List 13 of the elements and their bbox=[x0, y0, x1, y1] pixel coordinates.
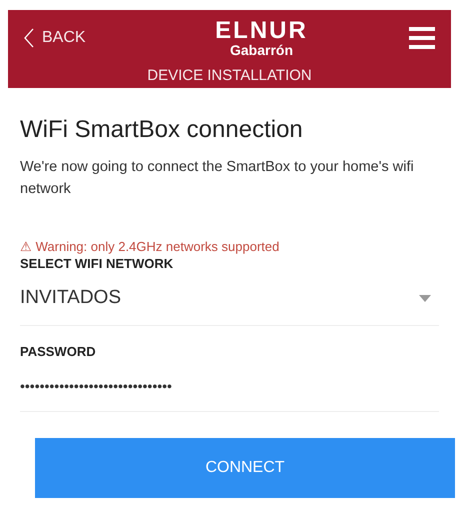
warning-text: ⚠ Warning: only 2.4GHz networks supported bbox=[20, 238, 280, 255]
description: We're now going to connect the SmartBox to your home's wifi network bbox=[20, 158, 415, 199]
back-chevron-icon bbox=[24, 28, 34, 48]
menu-icon[interactable] bbox=[409, 26, 435, 48]
field-label: SELECT WIFI NETWORK bbox=[20, 255, 174, 272]
network-dropdown[interactable]: INVITADOS bbox=[20, 272, 439, 326]
password-field[interactable]: ••••••••••••••••••••••••••••••• bbox=[20, 362, 439, 412]
logo: ELNUR Gabarrón bbox=[214, 18, 309, 56]
page-title: WiFi SmartBox connection bbox=[20, 115, 304, 145]
field-label: PASSWORD bbox=[20, 343, 97, 361]
dropdown-caret-icon bbox=[419, 295, 431, 302]
screen-subtitle: DEVICE INSTALLATION bbox=[147, 66, 312, 86]
back-button[interactable]: BACK bbox=[24, 26, 134, 50]
